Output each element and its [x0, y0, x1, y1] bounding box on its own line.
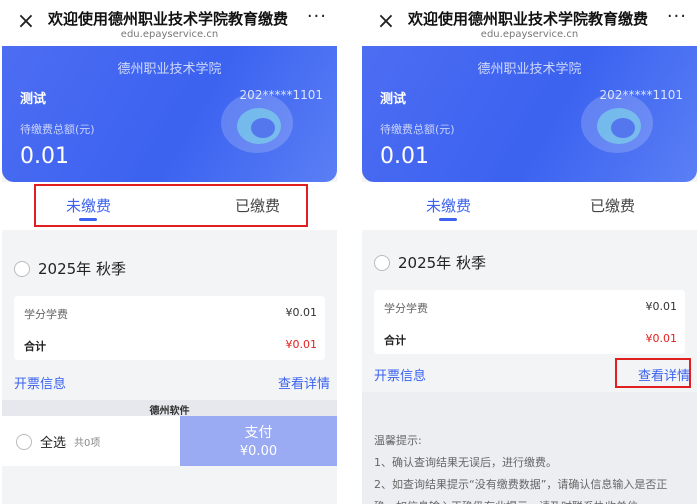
- period-row[interactable]: 2025年 秋季: [14, 258, 126, 279]
- fee-card: 学分学费 ¥0.01 合计 ¥0.01: [14, 296, 325, 360]
- fee-card: 学分学费 ¥0.01 合计 ¥0.01: [374, 290, 685, 354]
- page-url: edu.epayservice.cn: [120, 29, 219, 40]
- student-name: 测试: [20, 92, 47, 107]
- pending-total-label: 待缴费总额(元): [20, 123, 95, 136]
- obscured-footer-text: 德州软件: [2, 400, 337, 416]
- more-icon[interactable]: ···: [667, 6, 687, 27]
- tab-paid[interactable]: 已缴费: [590, 195, 635, 216]
- tab-unpaid[interactable]: 未缴费: [426, 195, 471, 216]
- student-name: 测试: [380, 92, 407, 107]
- select-all-label: 全选: [40, 436, 67, 451]
- school-name: 德州职业技术学院: [117, 62, 222, 77]
- student-card: 德州职业技术学院 测试 202*****1101 待缴费总额(元) 0.01: [362, 46, 697, 182]
- top-bar: × 欢迎使用德州职业技术学院教育缴费 edu.epayservice.cn ··…: [2, 0, 337, 46]
- select-all[interactable]: 全选 共0项: [16, 432, 100, 451]
- student-id: 202*****1101: [239, 88, 323, 102]
- top-bar: × 欢迎使用德州职业技术学院教育缴费 edu.epayservice.cn ··…: [362, 0, 697, 46]
- more-icon[interactable]: ···: [307, 6, 327, 27]
- fee-item-amount: ¥0.01: [645, 300, 678, 313]
- phone-screen-left: × 欢迎使用德州职业技术学院教育缴费 edu.epayservice.cn ··…: [2, 0, 337, 504]
- tab-bar: 未缴费 已缴费: [362, 182, 697, 230]
- tips-title: 温馨提示:: [374, 434, 422, 447]
- fee-item-label: 学分学费: [24, 308, 68, 321]
- invoice-info-link[interactable]: 开票信息: [374, 365, 426, 384]
- tips-panel: 温馨提示: 1、确认查询结果无误后，进行缴费。 2、如查询结果提示“没有缴费数据…: [374, 430, 692, 504]
- pay-button-label: 支付: [244, 425, 273, 441]
- period-row[interactable]: 2025年 秋季: [374, 252, 486, 273]
- highlight-box: [34, 184, 308, 227]
- view-details-link[interactable]: 查看详情: [278, 373, 330, 392]
- radio-button[interactable]: [14, 260, 30, 277]
- invoice-info-link[interactable]: 开票信息: [14, 373, 66, 392]
- active-tab-indicator: [439, 218, 457, 221]
- tips-line-1: 1、确认查询结果无误后，进行缴费。: [374, 456, 557, 469]
- selected-count: 共0项: [74, 438, 101, 449]
- fee-item-amount: ¥0.01: [285, 306, 318, 319]
- page-title: 欢迎使用德州职业技术学院教育缴费: [408, 10, 649, 28]
- total-amount: ¥0.01: [645, 332, 678, 345]
- school-name: 德州职业技术学院: [477, 62, 582, 77]
- tips-line-2: 2、如查询结果提示“没有缴费数据”，请确认信息输入是否正: [374, 478, 668, 491]
- total-label: 合计: [384, 334, 406, 347]
- highlight-box: [615, 358, 691, 388]
- student-id: 202*****1101: [599, 88, 683, 102]
- pay-button-amount: ¥0.00: [239, 444, 278, 459]
- pending-total-label: 待缴费总额(元): [380, 123, 455, 136]
- fee-item-label: 学分学费: [384, 302, 428, 315]
- page-title: 欢迎使用德州职业技术学院教育缴费: [48, 10, 289, 28]
- phone-screen-right: × 欢迎使用德州职业技术学院教育缴费 edu.epayservice.cn ··…: [362, 0, 697, 504]
- pending-total-amount: 0.01: [380, 144, 429, 169]
- total-label: 合计: [24, 340, 46, 353]
- select-all-radio[interactable]: [16, 433, 32, 450]
- period-label: 2025年 秋季: [38, 260, 126, 278]
- pay-button[interactable]: 支付 ¥0.00: [180, 416, 337, 466]
- tips-line-3: 确，如信息输入正确仍有此提示，请及时联系执收单位。: [374, 496, 692, 504]
- bottom-pay-bar: 全选 共0项 支付 ¥0.00: [2, 416, 337, 466]
- radio-button[interactable]: [374, 254, 390, 271]
- pending-total-amount: 0.01: [20, 144, 69, 169]
- page-url: edu.epayservice.cn: [480, 29, 579, 40]
- period-label: 2025年 秋季: [398, 254, 486, 272]
- total-amount: ¥0.01: [285, 338, 318, 351]
- student-card: 德州职业技术学院 测试 202*****1101 待缴费总额(元) 0.01: [2, 46, 337, 182]
